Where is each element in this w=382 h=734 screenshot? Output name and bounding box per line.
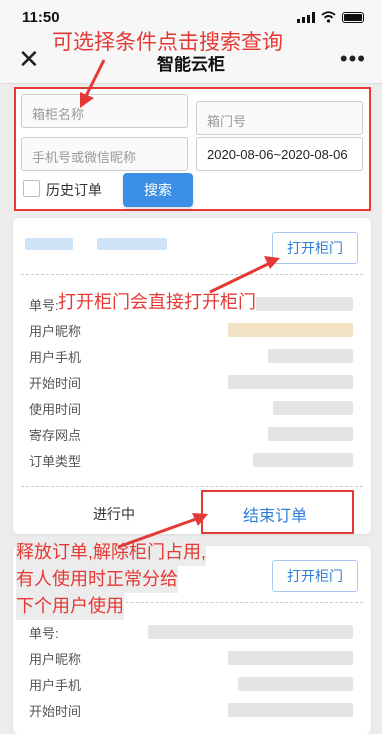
redacted-outlet xyxy=(268,427,353,441)
start-time-label: 开始时间 xyxy=(29,376,82,391)
door-number-input[interactable]: 箱门号 xyxy=(196,101,363,135)
usage-time-label: 使用时间 xyxy=(29,402,82,417)
order-number-label: 单号: xyxy=(29,626,59,641)
redacted-nickname xyxy=(228,323,353,337)
redacted-order-number xyxy=(148,625,353,639)
wifi-icon xyxy=(321,11,336,23)
history-label: 历史订单 xyxy=(46,182,102,198)
redacted-start-time xyxy=(228,703,353,717)
redacted-start-time xyxy=(228,375,353,389)
order-status: 进行中 xyxy=(93,506,135,522)
redacted-nickname xyxy=(228,651,353,665)
start-time-label: 开始时间 xyxy=(29,704,82,719)
redacted-phone xyxy=(238,677,353,691)
status-icons xyxy=(297,11,364,23)
redacted-order-type xyxy=(253,453,353,467)
divider xyxy=(21,486,363,487)
annotation-end-order-line-1: 释放订单,解除柜门占用, xyxy=(16,539,207,566)
phone-label: 用户手机 xyxy=(29,350,82,365)
phone-nickname-placeholder: 手机号或微信昵称 xyxy=(32,150,137,165)
redacted-door-number xyxy=(97,238,167,250)
redacted-phone xyxy=(268,349,353,363)
annotation-end-order-line-2: 有人使用时正常分给 xyxy=(16,566,178,593)
outlet-label: 寄存网点 xyxy=(29,428,82,443)
date-range-value: 2020-08-06~2020-08-06 xyxy=(207,147,348,162)
battery-icon xyxy=(342,11,364,23)
redacted-usage-time xyxy=(273,401,353,415)
nickname-label: 用户昵称 xyxy=(29,324,82,339)
open-door-button[interactable]: 打开柜门 xyxy=(272,232,358,264)
date-range-input[interactable]: 2020-08-06~2020-08-06 xyxy=(196,137,363,171)
divider xyxy=(21,274,363,275)
annotation-end-order-line-3: 下个用户使用 xyxy=(16,593,124,620)
order-card: 打开柜门 单号: 用户昵称 用户手机 开始时间 使用时间 寄存网点 订单类型 进… xyxy=(13,218,371,534)
search-button[interactable]: 搜索 xyxy=(123,173,193,207)
open-door-button[interactable]: 打开柜门 xyxy=(272,560,358,592)
annotation-open-door-hint: 打开柜门会直接打开柜门 xyxy=(58,288,256,314)
search-panel: 箱柜名称 箱门号 手机号或微信昵称 2020-08-06~2020-08-06 … xyxy=(14,87,371,211)
history-checkbox[interactable] xyxy=(23,180,40,197)
more-icon[interactable]: ••• xyxy=(340,46,366,72)
door-number-placeholder: 箱门号 xyxy=(207,114,247,129)
cabinet-name-input[interactable]: 箱柜名称 xyxy=(21,94,188,128)
order-number-label: 单号: xyxy=(29,298,59,313)
cabinet-name-placeholder: 箱柜名称 xyxy=(32,107,85,122)
redacted-cabinet-name xyxy=(25,238,73,250)
order-type-label: 订单类型 xyxy=(29,454,82,469)
phone-nickname-input[interactable]: 手机号或微信昵称 xyxy=(21,137,188,171)
annotation-search-hint: 可选择条件点击搜索查询 xyxy=(52,26,283,56)
signal-icon xyxy=(297,11,315,23)
status-time: 11:50 xyxy=(22,9,60,26)
nickname-label: 用户昵称 xyxy=(29,652,82,667)
phone-label: 用户手机 xyxy=(29,678,82,693)
end-order-highlight-box xyxy=(201,490,354,534)
